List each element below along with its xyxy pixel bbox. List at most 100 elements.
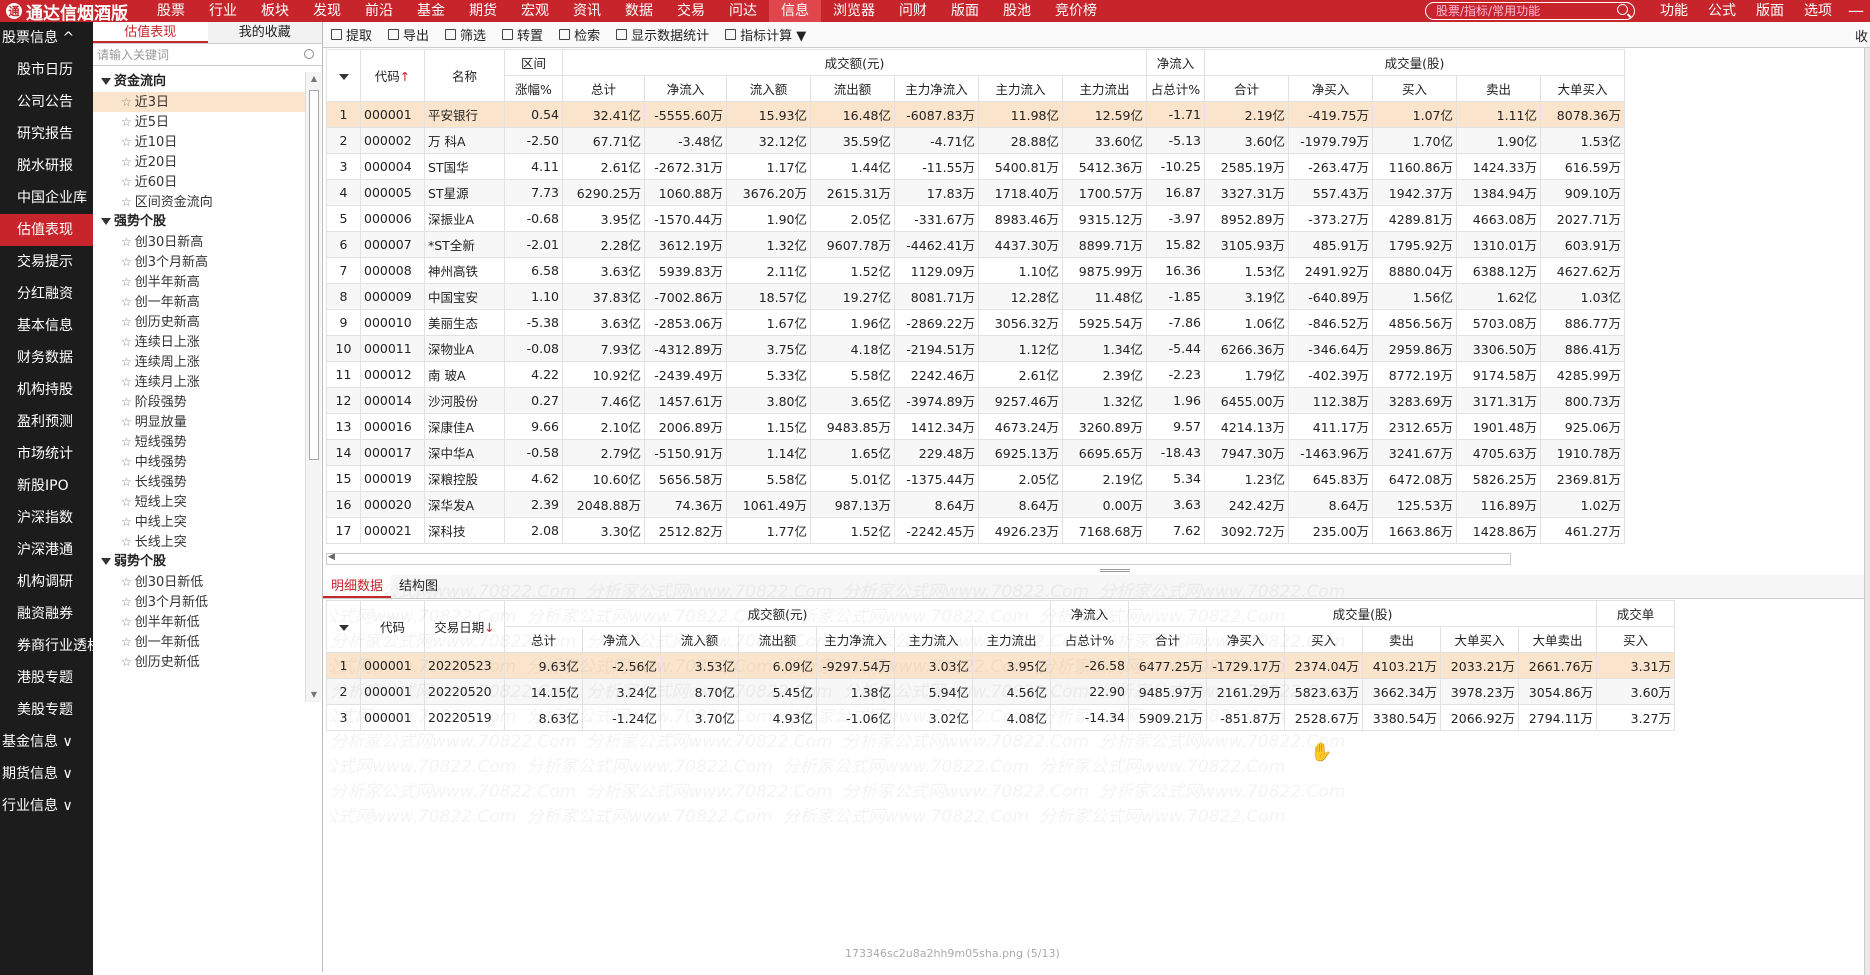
leftnav-item-20[interactable]: 港股专题	[0, 662, 93, 694]
filter-button[interactable]: 筛选	[437, 25, 494, 44]
leftnav-item-24[interactable]: 行业信息 ∨	[0, 790, 93, 822]
menu-item-17[interactable]: 竞价榜	[1043, 0, 1109, 22]
header-col-7[interactable]: 主力流入	[894, 626, 973, 653]
tree-item[interactable]: ☆ 创30日新低	[93, 572, 305, 592]
star-icon[interactable]: ☆	[121, 455, 132, 469]
tree-item[interactable]: ☆ 创历史新低	[93, 652, 305, 672]
tree-item[interactable]: ☆ 近20日	[93, 152, 305, 172]
header-col-9[interactable]: 主力流出	[1062, 75, 1147, 102]
header-col-10[interactable]: 合计	[1128, 626, 1207, 653]
tree-item[interactable]: ☆ 连续周上涨	[93, 352, 305, 372]
menu-item-7[interactable]: 宏观	[509, 0, 561, 22]
column-menu-icon[interactable]	[338, 74, 349, 80]
table-row[interactable]: 10 000011 深物业A -0.08 7.93亿 -4312.89万 3.75亿 4.18…	[326, 335, 1625, 362]
star-icon[interactable]: ☆	[121, 415, 132, 429]
tree-item[interactable]: ☆ 连续月上涨	[93, 372, 305, 392]
expand-triangle-icon[interactable]	[101, 78, 111, 85]
table-row[interactable]: 4 000005 ST星源 7.73 6290.25万 1060.88万 3676.20万 2…	[326, 179, 1625, 206]
menu-item-8[interactable]: 资讯	[561, 0, 613, 22]
right-edge-scrollbar[interactable]	[1864, 48, 1870, 975]
header-col-11[interactable]: 合计	[1204, 75, 1289, 102]
leftnav-item-9[interactable]: 基本信息	[0, 310, 93, 342]
search-icon[interactable]	[1617, 4, 1628, 15]
tree-item[interactable]: ☆ 创30日新高	[93, 232, 305, 252]
header-col-6[interactable]: 流出额	[810, 75, 895, 102]
leftnav-item-7[interactable]: 交易提示	[0, 246, 93, 278]
right-menu-item-0[interactable]: 功能	[1650, 0, 1698, 22]
expand-triangle-icon[interactable]	[101, 218, 111, 225]
tree-item[interactable]: ☆ 创半年新低	[93, 612, 305, 632]
header-code[interactable]: 代码↑	[360, 49, 425, 102]
leftnav-item-1[interactable]: 股市日历	[0, 54, 93, 86]
menu-item-5[interactable]: 基金	[405, 0, 457, 22]
header-col-2[interactable]: 涨幅%	[504, 75, 563, 102]
tree-search-input[interactable]: 请输入关键词	[93, 44, 322, 66]
menu-item-14[interactable]: 问财	[887, 0, 939, 22]
header-col-4[interactable]: 净流入	[644, 75, 727, 102]
menu-item-10[interactable]: 交易	[665, 0, 717, 22]
leftnav-item-17[interactable]: 机构调研	[0, 566, 93, 598]
star-icon[interactable]: ☆	[121, 655, 132, 669]
star-icon[interactable]: ☆	[121, 155, 132, 169]
table-row[interactable]: 9 000010 美丽生态 -5.38 3.63亿 -2853.06万 1.67亿 1.96亿…	[326, 309, 1625, 336]
star-icon[interactable]: ☆	[121, 375, 132, 389]
tree-group[interactable]: 资金流向	[93, 72, 305, 92]
leftnav-item-12[interactable]: 盈利预测	[0, 406, 93, 438]
transpose-button[interactable]: 转置	[494, 25, 551, 44]
menu-item-2[interactable]: 板块	[249, 0, 301, 22]
leftnav-item-16[interactable]: 沪深港通	[0, 534, 93, 566]
header-col-7[interactable]: 主力净流入	[894, 75, 979, 102]
table-row[interactable]: 16 000020 深华发A 2.39 2048.88万 74.36万 1061.49万 98…	[326, 491, 1625, 518]
bottom-tab-1[interactable]: 结构图	[391, 575, 446, 598]
leftnav-item-0[interactable]: 股票信息 ^	[0, 22, 93, 54]
leftnav-item-23[interactable]: 期货信息 ∨	[0, 758, 93, 790]
table-row[interactable]: 12 000014 沙河股份 0.27 7.46亿 1457.61万 3.80亿 3.65亿 -…	[326, 387, 1625, 414]
star-icon[interactable]: ☆	[121, 635, 132, 649]
tree-item[interactable]: ☆ 创半年新高	[93, 272, 305, 292]
tree-item[interactable]: ☆ 中线上突	[93, 512, 305, 532]
header-col-14[interactable]: 大单买入	[1440, 626, 1519, 653]
table-row[interactable]: 1 000001 平安银行 0.54 32.41亿 -5555.60万 15.93亿 16.4…	[326, 101, 1625, 128]
table-row[interactable]: 1 000001 20220523 9.63亿 -2.56亿 3.53亿 6.09亿 -929…	[326, 652, 1675, 679]
header-col-2[interactable]: 总计	[504, 626, 583, 653]
star-icon[interactable]: ☆	[121, 235, 132, 249]
menu-item-0[interactable]: 股票	[145, 0, 197, 22]
header-col-5[interactable]: 流出额	[738, 626, 817, 653]
tree-item[interactable]: ☆ 长线上突	[93, 532, 305, 552]
header-col-13[interactable]: 卖出	[1362, 626, 1441, 653]
menu-item-3[interactable]: 发现	[301, 0, 353, 22]
star-icon[interactable]: ☆	[121, 95, 132, 109]
table-row[interactable]: 5 000006 深振业A -0.68 3.95亿 -1570.44万 1.90亿 2.05亿…	[326, 205, 1625, 232]
header-col-10[interactable]: 占总计%	[1146, 75, 1205, 102]
header-col-8[interactable]: 主力流入	[978, 75, 1063, 102]
header-col-15[interactable]: 大单买入	[1540, 75, 1625, 102]
tree-item[interactable]: ☆ 短线上突	[93, 492, 305, 512]
table-row[interactable]: 17 000021 深科技 2.08 3.30亿 2512.82万 1.77亿 1.52亿 -2…	[326, 517, 1625, 544]
leftnav-item-22[interactable]: 基金信息 ∨	[0, 726, 93, 758]
leftnav-item-18[interactable]: 融资融券	[0, 598, 93, 630]
leftnav-item-19[interactable]: 券商行业透析	[0, 630, 93, 662]
table-row[interactable]: 3 000001 20220519 8.63亿 -1.24亿 3.70亿 4.93亿 -1.0…	[326, 704, 1675, 731]
tree-item[interactable]: ☆ 近60日	[93, 172, 305, 192]
tree-tab-1[interactable]: 我的收藏	[207, 22, 322, 43]
star-icon[interactable]: ☆	[121, 315, 132, 329]
leftnav-item-6[interactable]: 估值表现	[0, 214, 93, 246]
tree-item[interactable]: ☆ 近5日	[93, 112, 305, 132]
minimize-icon[interactable]: —	[1848, 0, 1864, 22]
header-col-12[interactable]: 买入	[1284, 626, 1363, 653]
table-row[interactable]: 8 000009 中国宝安 1.10 37.83亿 -7002.86万 18.57亿 19.2…	[326, 283, 1625, 310]
right-menu-item-1[interactable]: 公式	[1698, 0, 1746, 22]
global-search-input[interactable]: 股票/指标/常用功能	[1425, 2, 1635, 20]
star-icon[interactable]: ☆	[121, 195, 132, 209]
tree-item[interactable]: ☆ 区间资金流向	[93, 192, 305, 212]
star-icon[interactable]: ☆	[121, 175, 132, 189]
right-menu-item-2[interactable]: 版面	[1746, 0, 1794, 22]
star-icon[interactable]: ☆	[121, 355, 132, 369]
search-button[interactable]: 检索	[551, 25, 608, 44]
right-menu-item-3[interactable]: 选项	[1794, 0, 1842, 22]
leftnav-item-3[interactable]: 研究报告	[0, 118, 93, 150]
leftnav-item-2[interactable]: 公司公告	[0, 86, 93, 118]
split-handle[interactable]	[1100, 569, 1130, 572]
tree-group[interactable]: 强势个股	[93, 212, 305, 232]
star-icon[interactable]: ☆	[121, 595, 132, 609]
